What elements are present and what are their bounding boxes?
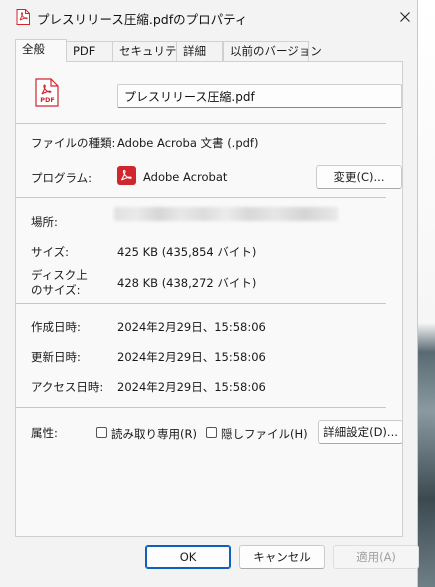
- modified-label: 更新日時:: [31, 350, 81, 364]
- divider: [16, 303, 386, 304]
- program-value: Adobe Acrobat: [143, 170, 228, 184]
- size-value: 425 KB (435,854 バイト): [117, 245, 257, 259]
- file-name-input[interactable]: [117, 84, 402, 108]
- created-label: 作成日時:: [31, 320, 81, 334]
- tab-previous-versions[interactable]: 以前のバージョン: [223, 41, 322, 61]
- change-program-button[interactable]: 変更(C)...: [316, 165, 402, 189]
- tab-security[interactable]: セキュリティ: [112, 41, 187, 61]
- disk-size-value: 428 KB (438,272 バイト): [117, 276, 257, 290]
- properties-dialog: プレスリリース圧縮.pdfのプロパティ 全般 PDF セキュリティ 詳細 以前の…: [0, 0, 419, 587]
- hidden-checkbox[interactable]: [206, 427, 217, 438]
- pdf-file-icon: [16, 9, 30, 28]
- readonly-checkbox[interactable]: [96, 427, 107, 438]
- disk-size-label-line1: ディスク上: [31, 268, 88, 282]
- program-label: プログラム:: [31, 171, 93, 185]
- apply-button[interactable]: 適用(A): [333, 545, 419, 569]
- readonly-checkbox-label[interactable]: 読み取り専用(R): [111, 426, 197, 442]
- close-button[interactable]: [392, 4, 418, 30]
- hidden-checkbox-label[interactable]: 隠しファイル(H): [221, 426, 308, 442]
- size-label: サイズ:: [31, 245, 70, 259]
- advanced-attributes-button[interactable]: 詳細設定(D)...: [318, 420, 403, 444]
- file-type-label: ファイルの種類:: [31, 136, 116, 150]
- divider: [16, 407, 386, 408]
- disk-size-label-line2: のサイズ:: [31, 283, 81, 297]
- location-value-redacted: [114, 207, 338, 221]
- created-value: 2024年2月29日、15:58:06: [117, 320, 266, 334]
- file-type-value: Adobe Acroba 文書 (.pdf): [117, 136, 259, 150]
- location-label: 場所:: [31, 215, 58, 229]
- tab-general[interactable]: 全般: [15, 39, 67, 62]
- accessed-value: 2024年2月29日、15:58:06: [117, 380, 266, 394]
- title-bar: プレスリリース圧縮.pdfのプロパティ: [0, 0, 418, 34]
- attributes-label: 属性:: [31, 426, 58, 440]
- background-desktop: [418, 0, 435, 587]
- adobe-acrobat-icon: [117, 166, 136, 188]
- tab-details[interactable]: 詳細: [176, 41, 223, 61]
- close-icon: [400, 12, 410, 22]
- ok-button[interactable]: OK: [145, 545, 231, 569]
- divider: [16, 197, 386, 198]
- accessed-label: アクセス日時:: [31, 380, 104, 394]
- window-title: プレスリリース圧縮.pdfのプロパティ: [37, 12, 248, 27]
- divider: [16, 123, 386, 124]
- modified-value: 2024年2月29日、15:58:06: [117, 350, 266, 364]
- pdf-file-large-icon: PDF: [35, 78, 59, 110]
- general-panel: [15, 61, 403, 537]
- cancel-button[interactable]: キャンセル: [239, 545, 325, 569]
- tab-pdf[interactable]: PDF: [66, 41, 118, 61]
- disk-size-label: ディスク上 のサイズ:: [31, 268, 88, 298]
- pdf-icon-label: PDF: [40, 96, 55, 104]
